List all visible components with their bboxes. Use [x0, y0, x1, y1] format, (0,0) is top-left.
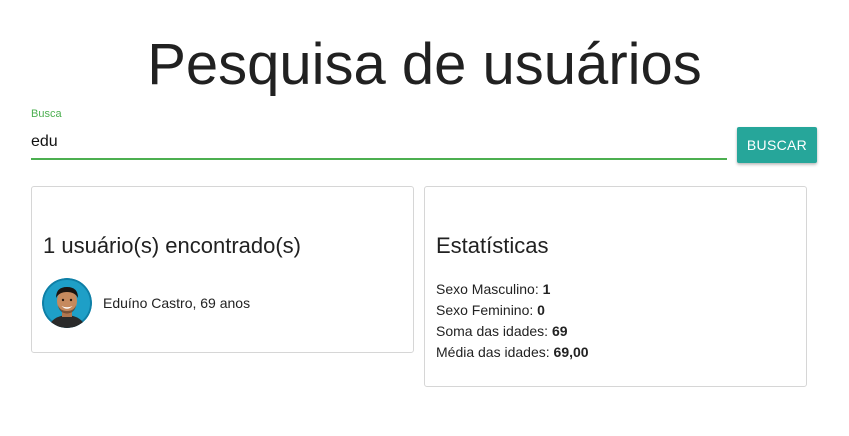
- stat-male-count: Sexo Masculino: 1: [436, 279, 589, 300]
- list-item: Eduíno Castro, 69 anos: [42, 277, 250, 329]
- stat-age-sum: Soma das idades: 69: [436, 321, 589, 342]
- stat-label: Sexo Feminino:: [436, 302, 538, 318]
- search-input[interactable]: [31, 126, 727, 160]
- search-field: Busca: [31, 106, 727, 164]
- search-button[interactable]: BUSCAR: [737, 127, 817, 163]
- results-title: 1 usuário(s) encontrado(s): [43, 233, 302, 258]
- results-card: 1 usuário(s) encontrado(s) Eduíno Castro…: [31, 186, 414, 353]
- stat-age-average: Média das idades: 69,00: [436, 342, 589, 363]
- user-name-age: Eduíno Castro, 69 anos: [103, 295, 251, 311]
- stat-label: Soma das idades:: [436, 323, 552, 339]
- stats-list: Sexo Masculino: 1 Sexo Feminino: 0 Soma …: [436, 279, 589, 363]
- stats-card: Estatísticas Sexo Masculino: 1 Sexo Femi…: [424, 186, 807, 387]
- stat-female-count: Sexo Feminino: 0: [436, 300, 589, 321]
- page-title: Pesquisa de usuários: [147, 32, 702, 97]
- avatar: [42, 278, 92, 328]
- stat-label: Sexo Masculino:: [436, 281, 543, 297]
- page: Pesquisa de usuários Busca BUSCAR 1 usuá…: [0, 0, 849, 436]
- stat-value: 69: [551, 323, 568, 339]
- stats-title: Estatísticas: [436, 233, 549, 258]
- stat-value: 1: [542, 281, 551, 297]
- stat-value: 69,00: [553, 344, 589, 360]
- stat-value: 0: [537, 302, 545, 318]
- user-avatar-photo-icon: [42, 278, 92, 328]
- stat-label: Média das idades:: [436, 344, 554, 360]
- search-label: Busca: [31, 108, 62, 120]
